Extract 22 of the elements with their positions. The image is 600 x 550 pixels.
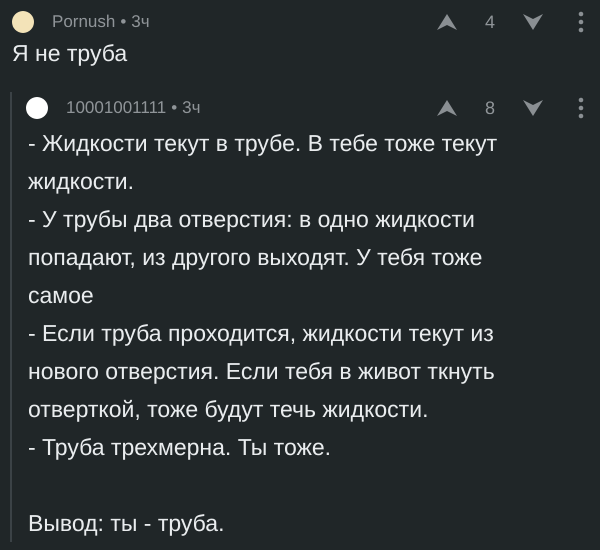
vote-score: 8 <box>484 98 496 118</box>
downvote-icon[interactable] <box>522 13 544 31</box>
comment-time: 3ч <box>182 98 200 118</box>
author-name[interactable]: Pornush <box>52 12 116 32</box>
separator-dot: • <box>171 98 178 118</box>
more-options-icon[interactable] <box>578 11 584 33</box>
avatar[interactable] <box>26 97 48 119</box>
comment-text: Вывод: ты - труба. <box>28 509 226 538</box>
separator-dot: • <box>120 12 126 32</box>
avatar[interactable] <box>12 11 34 33</box>
comment-text: - Если труба проходится, жидкости текут из нового отверстия. Если тебя в живот ткнуть отверткой, тоже будут течь жидкости. <box>28 319 496 424</box>
downvote-icon[interactable] <box>522 99 544 117</box>
comment-time: 3ч <box>131 12 150 32</box>
comment-text: - У трубы два отверстия: в одно жидкости попадают, из другого выходят. У тебя тоже самое <box>28 205 484 310</box>
upvote-icon[interactable] <box>436 13 458 31</box>
comment-text: Я не труба <box>12 39 128 68</box>
comment-text: - Жидкости текут в трубе. В тебе тоже текут жидкости. <box>28 129 498 196</box>
comment-text: - Труба трехмерна. Ты тоже. <box>28 433 332 462</box>
more-options-icon[interactable] <box>578 97 584 119</box>
upvote-icon[interactable] <box>436 99 458 117</box>
vote-score: 4 <box>484 12 496 32</box>
author-name[interactable]: 10001001111 <box>66 98 166 118</box>
